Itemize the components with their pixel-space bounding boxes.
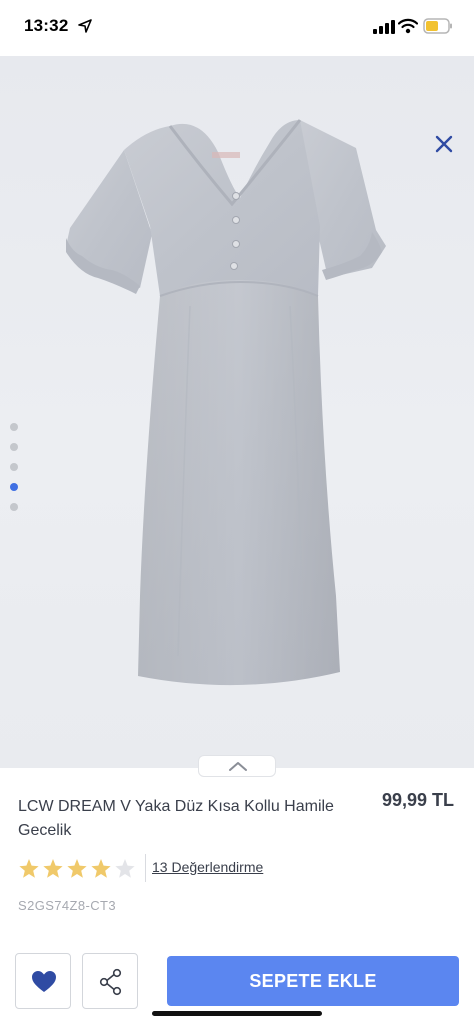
home-indicator[interactable] [152,1011,322,1016]
star-half-icon [115,859,135,878]
status-time: 13:32 [24,16,69,35]
rating-stars [19,859,135,878]
gallery-dot[interactable] [10,443,18,451]
divider [145,854,146,882]
gallery-dot[interactable] [10,423,18,431]
star-icon [19,859,39,878]
product-price: 99,99 TL [381,790,454,810]
reviews-link[interactable]: 13 Değerlendirme [152,859,263,875]
star-icon [91,859,111,878]
share-button[interactable] [82,953,138,1009]
product-title: LCW DREAM V Yaka Düz Kısa Kollu Hamile G… [18,798,334,839]
gallery-dot-active[interactable] [10,483,18,491]
heart-icon [32,971,56,992]
add-to-cart-button[interactable]: SEPETE EKLE [167,956,459,1006]
chevron-up-icon [229,762,247,771]
favorite-button[interactable] [15,953,71,1009]
star-icon [67,859,87,878]
battery-icon [423,18,452,34]
star-icon [43,859,63,878]
product-sku: S2GS74Z8-CT3 [18,898,117,913]
wifi-icon [398,18,418,34]
share-icon [99,968,122,996]
gallery-dot[interactable] [10,463,18,471]
location-arrow-icon [78,19,92,33]
product-photo [66,119,386,686]
product-image-gallery[interactable] [0,56,474,768]
details-expand-handle[interactable] [198,755,276,777]
cellular-signal-icon [373,20,395,34]
gallery-dot[interactable] [10,503,18,511]
status-bar: 13:32 [0,0,474,56]
gallery-pagination [10,423,20,523]
close-icon[interactable] [430,130,458,158]
